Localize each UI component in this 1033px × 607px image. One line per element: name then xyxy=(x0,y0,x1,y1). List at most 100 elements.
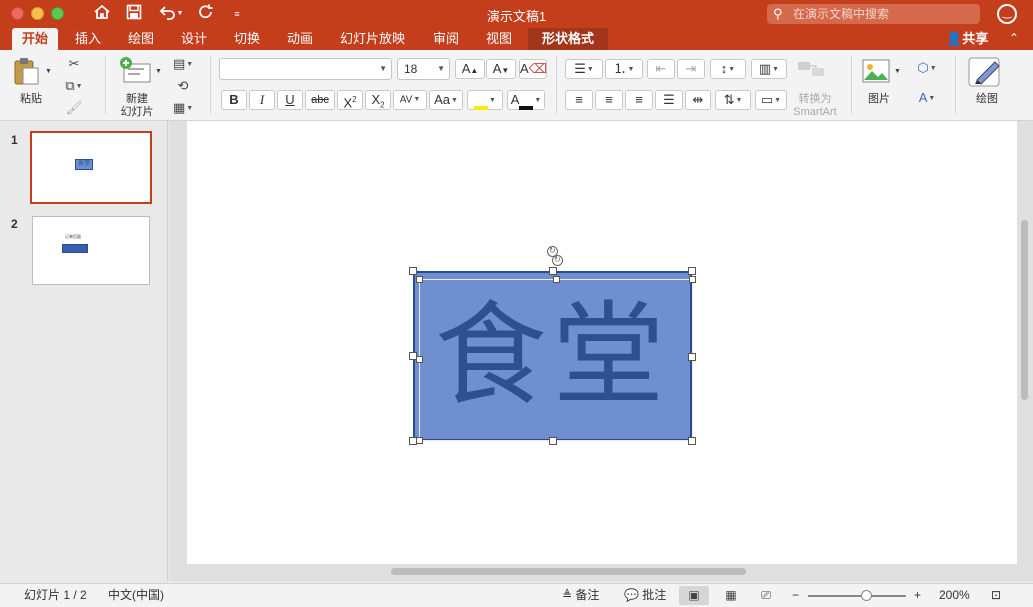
paste-button[interactable] xyxy=(12,56,42,86)
section-icon[interactable]: ▦▼ xyxy=(172,98,194,118)
search-input[interactable]: ⚲ 在演示文稿中搜索 xyxy=(767,4,980,24)
resize-handle[interactable] xyxy=(549,267,557,275)
text-frame-handle[interactable] xyxy=(553,276,560,283)
change-case-button[interactable]: Aa▼ xyxy=(429,90,463,110)
tab-slideshow[interactable]: 幻灯片放映 xyxy=(330,28,415,50)
cut-icon[interactable]: ✂ xyxy=(63,54,85,74)
picture-icon[interactable] xyxy=(862,59,892,85)
tab-draw[interactable]: 绘图 xyxy=(118,28,164,50)
tab-transitions[interactable]: 切换 xyxy=(224,28,270,50)
align-center-icon[interactable]: ≡ xyxy=(595,90,623,110)
new-slide-button[interactable] xyxy=(118,56,154,86)
draw-icon[interactable] xyxy=(967,56,1007,88)
text-frame-border xyxy=(419,279,693,441)
normal-view-icon[interactable]: ▣ xyxy=(679,586,709,605)
tab-home[interactable]: 开始 xyxy=(12,28,59,50)
underline-button[interactable]: U xyxy=(277,90,303,110)
decrease-font-size-button[interactable]: A▼ xyxy=(486,59,516,79)
resize-handle[interactable] xyxy=(688,267,696,275)
resize-handle[interactable] xyxy=(688,437,696,445)
justify-icon[interactable]: ☰ xyxy=(655,90,683,110)
slide-sorter-view-icon[interactable]: ▦ xyxy=(716,586,746,605)
share-button[interactable]: 👤共享 xyxy=(946,28,988,50)
decrease-indent-icon[interactable]: ⇤ xyxy=(647,59,675,79)
strikethrough-button[interactable]: abc xyxy=(305,90,335,110)
zoom-in-icon[interactable]: + xyxy=(914,584,921,607)
character-spacing-button[interactable]: AV▼ xyxy=(393,90,427,110)
clear-formatting-icon[interactable]: A⌫ xyxy=(519,59,547,79)
zoom-out-icon[interactable]: − xyxy=(792,584,799,607)
tab-shape-format[interactable]: 形状格式 xyxy=(528,28,609,50)
text-box-icon[interactable]: A▼ xyxy=(912,88,942,108)
numbering-button[interactable]: ⒈▼ xyxy=(605,59,643,79)
reset-slide-icon[interactable]: ⟲ xyxy=(172,76,194,96)
comments-button[interactable]: 💬 批注 xyxy=(624,584,666,607)
slide-thumbnail-pane: 1 食堂 2 订单页面 xyxy=(0,121,168,581)
thumbnail-shape: 食堂 xyxy=(75,159,93,170)
highlight-color-button[interactable]: ▼ xyxy=(467,90,503,110)
text-frame-handle[interactable] xyxy=(416,437,423,444)
comment-icon: 💬 xyxy=(624,588,639,602)
tab-review[interactable]: 审阅 xyxy=(423,28,469,50)
fit-to-window-icon[interactable]: ⊡ xyxy=(991,584,1001,607)
feedback-smiley-icon[interactable]: ‿ xyxy=(997,4,1017,24)
superscript-button[interactable]: X2 xyxy=(337,90,363,110)
columns-button[interactable]: ▥▼ xyxy=(751,59,787,79)
line-spacing-button[interactable]: ↕▼ xyxy=(710,59,746,79)
align-right-icon[interactable]: ≡ xyxy=(625,90,653,110)
slide-thumbnail-1[interactable]: 食堂 xyxy=(30,131,152,204)
font-color-button[interactable]: A ▼ xyxy=(507,90,545,110)
text-direction-button[interactable]: ⇅▼ xyxy=(715,90,751,110)
text-frame-handle[interactable] xyxy=(416,276,423,283)
layout-icon[interactable]: ▤▼ xyxy=(172,54,194,74)
share-label: 共享 xyxy=(962,31,989,46)
slide-thumbnail-2[interactable]: 订单页面 xyxy=(32,216,150,285)
tab-design[interactable]: 设计 xyxy=(171,28,217,50)
italic-button[interactable]: I xyxy=(249,90,275,110)
resize-handle[interactable] xyxy=(549,437,557,445)
text-frame-handle[interactable] xyxy=(689,276,696,283)
rotate-handle-icon[interactable]: ↻ xyxy=(552,255,563,266)
increase-indent-icon[interactable]: ⇥ xyxy=(677,59,705,79)
picture-dropdown-icon[interactable]: ▼ xyxy=(894,68,901,75)
shapes-icon[interactable]: ⬡▼ xyxy=(912,58,942,78)
title-bar: ▼ ≡ 演示文稿1 ⚲ 在演示文稿中搜索 ‿ xyxy=(0,0,1033,28)
zoom-level[interactable]: 200% xyxy=(939,584,970,607)
tab-insert[interactable]: 插入 xyxy=(65,28,111,50)
paste-dropdown-icon[interactable]: ▼ xyxy=(45,68,52,75)
resize-handle[interactable] xyxy=(688,353,696,361)
copy-icon[interactable]: ⧉▼ xyxy=(63,76,85,96)
align-text-button[interactable]: ▭▼ xyxy=(755,90,787,110)
format-painter-icon[interactable]: 🖌 xyxy=(63,98,85,118)
vertical-scrollbar[interactable] xyxy=(1021,220,1028,400)
thumbnail-number: 1 xyxy=(11,133,18,147)
language-indicator[interactable]: 中文(中国) xyxy=(108,584,164,607)
chevron-down-icon: ▼ xyxy=(437,64,445,73)
increase-font-size-button[interactable]: A▲ xyxy=(455,59,485,79)
align-left-icon[interactable]: ≡ xyxy=(565,90,593,110)
distribute-icon[interactable]: ⇹ xyxy=(685,90,711,110)
tab-view[interactable]: 视图 xyxy=(476,28,522,50)
bullets-button[interactable]: ☰▼ xyxy=(565,59,603,79)
zoom-slider-thumb[interactable] xyxy=(861,590,873,601)
collapse-ribbon-icon[interactable]: ⌃ xyxy=(1009,28,1019,50)
zoom-slider-track[interactable] xyxy=(808,595,906,597)
ribbon-divider xyxy=(851,56,852,114)
new-slide-dropdown-icon[interactable]: ▼ xyxy=(155,68,162,75)
notes-button[interactable]: ≜ 备注 xyxy=(562,584,599,607)
horizontal-scrollbar[interactable] xyxy=(391,568,746,575)
add-person-icon: 👤 xyxy=(946,31,963,46)
convert-smartart-icon[interactable] xyxy=(796,58,832,86)
font-size-dropdown[interactable]: 18 ▼ xyxy=(397,58,450,80)
ribbon-divider xyxy=(556,56,557,114)
convert-label-line2: SmartArt xyxy=(793,106,837,118)
bold-button[interactable]: B xyxy=(221,90,247,110)
font-name-dropdown[interactable]: ▼ xyxy=(219,58,392,80)
thumbnail-text: 订单页面 xyxy=(65,234,81,239)
tab-animations[interactable]: 动画 xyxy=(277,28,323,50)
resize-handle[interactable] xyxy=(409,267,417,275)
chevron-down-icon: ▼ xyxy=(379,64,387,73)
presenter-view-icon[interactable]: ⎚ xyxy=(751,586,781,605)
text-frame-handle[interactable] xyxy=(416,356,423,363)
subscript-button[interactable]: X2 xyxy=(365,90,391,110)
